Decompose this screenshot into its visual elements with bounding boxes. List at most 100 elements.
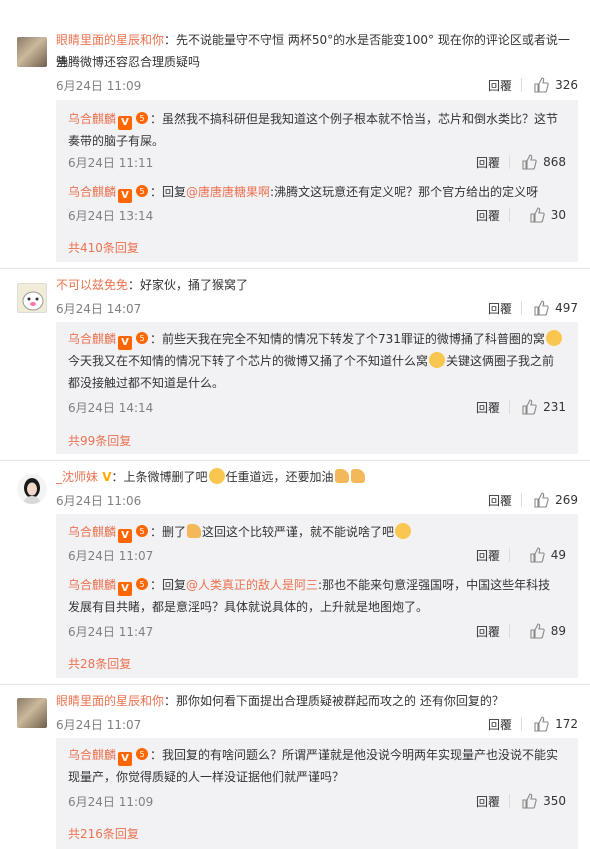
thumbs-up-icon [534, 716, 549, 732]
reply-text: 乌合麒麟 V 5 ：我回复的有啥问题么？所谓严谨就是他没说今明两年实现量产也没说不能实 [68, 748, 559, 766]
comment-meta: 6月24日 11:09 回覆 326 [56, 75, 578, 95]
like-count: 30 [550, 208, 566, 222]
comment-text: 不可以兹免免：好家伙，捅了猴窝了 [56, 278, 249, 292]
reply-button[interactable]: 回覆 [476, 207, 500, 224]
thumbs-up-icon [530, 547, 545, 563]
username[interactable]: 眼睛里面的星辰和你 [56, 694, 164, 708]
svg-text:5: 5 [139, 334, 144, 343]
like-count: 231 [543, 400, 566, 414]
reply-button[interactable]: 回覆 [488, 300, 512, 317]
comment-meta: 6月24日 11:06 回覆 269 [56, 490, 578, 510]
reply-button[interactable]: 回覆 [476, 399, 500, 416]
like-button[interactable]: 49 [529, 547, 566, 563]
comment-meta: 6月24日 14:07 回覆 497 [56, 298, 578, 318]
username[interactable]: 乌合麒麟 [68, 525, 116, 539]
reply-meta: 6月24日 11:11 回覆 868 [68, 152, 566, 172]
separator [521, 493, 522, 507]
like-button[interactable]: 326 [533, 77, 578, 93]
verified-badge-icon: V [118, 336, 133, 350]
timestamp: 6月24日 14:14 [68, 401, 154, 415]
more-replies-link[interactable]: 共99条回复 [68, 432, 131, 449]
thumbs-up-icon [534, 300, 549, 316]
like-button[interactable]: 868 [521, 154, 566, 170]
svg-text:5: 5 [139, 750, 144, 759]
reply-text: 乌合麒麟 V 5 ：回复@唐唐唐糖果啊:沸腾文这玩意还有定义呢？那个官方给出的定义呀 [68, 185, 539, 203]
reply-text-cont: 发展有目共睹，都是意淫吗？具体就说具体的，上升就是地图炮了。 [68, 600, 429, 614]
reply-button[interactable]: 回覆 [488, 716, 512, 733]
svg-text:5: 5 [139, 187, 144, 196]
fist-emoji-icon [350, 469, 365, 483]
comment-text-cont: 沸腾微博还容忍合理质疑吗 [56, 55, 201, 69]
reply-list: 乌合麒麟 V 5 ：我回复的有啥问题么？所谓严谨就是他没说今明两年实现量产也没说不能实… [56, 738, 578, 849]
username[interactable]: 眼睛里面的星辰和你 [56, 33, 164, 47]
reply-text-cont: 都没接触过都不知道是什么。 [68, 376, 225, 390]
timestamp: 6月24日 11:47 [68, 625, 154, 639]
divider [0, 460, 590, 461]
mention-link[interactable]: @唐唐唐糖果啊 [186, 185, 270, 199]
comment-meta: 6月24日 11:07 回覆 172 [56, 714, 578, 734]
separator [509, 400, 510, 414]
thumbs-up-icon [522, 154, 537, 170]
verified-badge-icon: V [118, 529, 133, 543]
thumbs-up-emoji-icon [187, 524, 202, 538]
laughing-emoji-icon [545, 330, 562, 346]
avatar[interactable] [17, 37, 47, 67]
reply-text-cont: 今天我又在不知情的情况下转了个芯片的微博又捅了个不知道什么窝 关键这俩圈子我之前 [68, 352, 555, 368]
more-replies-link[interactable]: 共28条回复 [68, 655, 131, 672]
avatar[interactable] [17, 698, 47, 728]
thumbs-up-icon [522, 399, 537, 415]
reply-text-cont: 现量产，你觉得质疑的人一样没证据他们就严谨吗？ [68, 770, 345, 784]
reply-text: 乌合麒麟 V 5 ：回复@人类真正的敌人是阿三:那也不能来句意淫强国呀，中国这些年科技 [68, 576, 551, 596]
verified-v-icon: V [98, 470, 112, 484]
vip-icon: 5 [134, 330, 150, 344]
verified-badge-icon: V [118, 582, 133, 596]
timestamp: 6月24日 11:06 [56, 494, 142, 508]
like-button[interactable]: 89 [529, 623, 566, 639]
reply-text: 乌合麒麟 V 5 ：删了 这回这个比较严谨，就不能说啥了吧 [68, 521, 566, 543]
thumbs-up-icon [522, 793, 537, 809]
vip-icon: 5 [134, 110, 150, 124]
reply-meta: 6月24日 11:09 回覆 350 [68, 791, 566, 811]
like-button[interactable]: 172 [533, 716, 578, 732]
reply-list: 乌合麒麟 V 5 ：删了 这回这个比较严谨，就不能说啥了吧 6月24日 11:07 回覆… [56, 514, 578, 678]
like-count: 89 [550, 624, 566, 638]
reply-button[interactable]: 回覆 [488, 492, 512, 509]
reply-button[interactable]: 回覆 [476, 154, 500, 171]
timestamp: 6月24日 11:11 [68, 156, 154, 170]
separator [509, 548, 510, 562]
username[interactable]: 不可以兹免免 [56, 278, 128, 292]
more-replies-link[interactable]: 共410条回复 [68, 239, 139, 256]
like-button[interactable]: 350 [521, 793, 566, 809]
username[interactable]: 乌合麒麟 [68, 112, 116, 126]
separator [509, 208, 510, 222]
reply-button[interactable]: 回覆 [476, 547, 500, 564]
comment-text: _沈师妹 V：上条微博删了吧 任重道远，还要加油 [56, 466, 576, 488]
more-replies-link[interactable]: 共216条回复 [68, 825, 139, 842]
reply-text: 乌合麒麟 V 5 ：虽然我不搞科研但是我知道这个例子根本就不恰当，芯片和倒水类比？这节 [68, 110, 559, 130]
like-count: 172 [555, 717, 578, 731]
avatar[interactable] [17, 283, 47, 313]
separator [521, 78, 522, 92]
username[interactable]: 乌合麒麟 [68, 332, 116, 346]
username[interactable]: 乌合麒麟 [68, 185, 116, 199]
reply-button[interactable]: 回覆 [476, 623, 500, 640]
like-button[interactable]: 30 [529, 207, 566, 223]
reply-button[interactable]: 回覆 [476, 793, 500, 810]
username[interactable]: _沈师妹 [56, 470, 98, 484]
svg-text:5: 5 [139, 527, 144, 536]
fist-emoji-icon [334, 469, 349, 483]
like-button[interactable]: 231 [521, 399, 566, 415]
like-button[interactable]: 497 [533, 300, 578, 316]
vip-icon: 5 [134, 523, 150, 537]
like-button[interactable]: 269 [533, 492, 578, 508]
reply-meta: 6月24日 11:07 回覆 49 [68, 545, 566, 565]
laughing-emoji-icon [208, 468, 225, 484]
avatar[interactable] [17, 474, 47, 504]
thumbs-up-icon [530, 207, 545, 223]
username[interactable]: 乌合麒麟 [68, 748, 116, 762]
reply-button[interactable]: 回覆 [488, 77, 512, 94]
username[interactable]: 乌合麒麟 [68, 578, 116, 592]
vip-icon: 5 [134, 576, 150, 590]
divider [0, 268, 590, 269]
mention-link[interactable]: @人类真正的敌人是阿三 [186, 578, 318, 592]
